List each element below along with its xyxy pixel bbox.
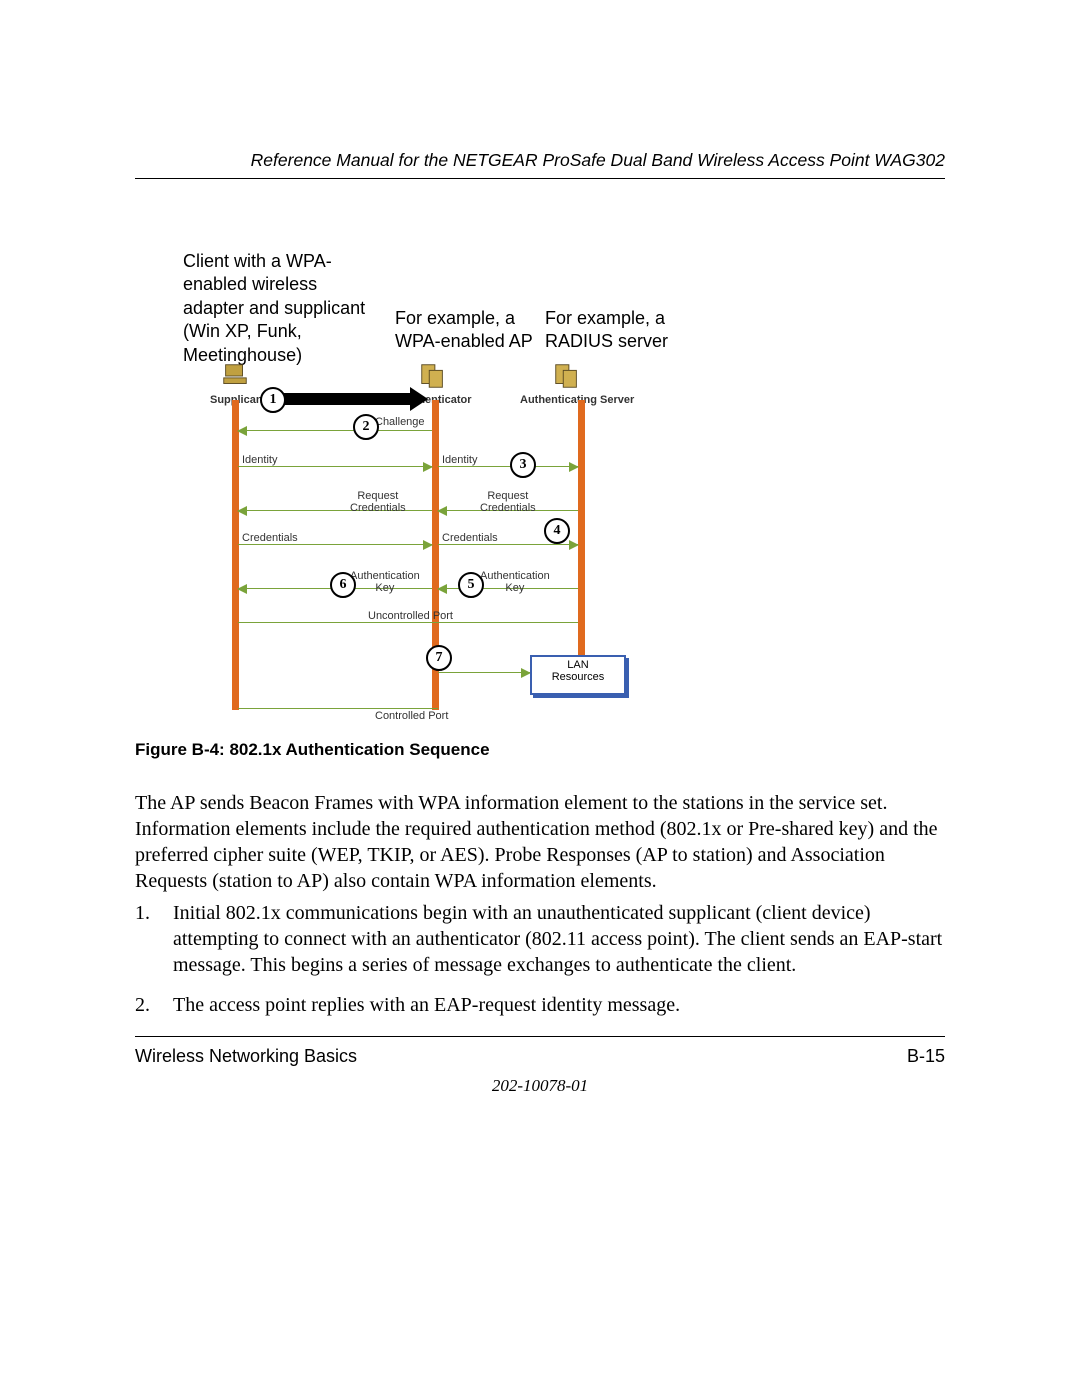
page-header: Reference Manual for the NETGEAR ProSafe… bbox=[135, 150, 945, 177]
msg-challenge bbox=[238, 430, 432, 432]
lifeline-server bbox=[578, 400, 585, 660]
footer-page-number: B-15 bbox=[907, 1046, 945, 1067]
document-page: Reference Manual for the NETGEAR ProSafe… bbox=[0, 0, 1080, 1397]
label-request-right: RequestCredentials bbox=[480, 490, 536, 514]
label-controlled-port: Controlled Port bbox=[375, 710, 448, 722]
step-6: 6 bbox=[330, 572, 356, 598]
list-text: Initial 802.1x communications begin with… bbox=[173, 900, 945, 978]
footer-doc-number: 202-10078-01 bbox=[0, 1076, 1080, 1096]
list-number: 1. bbox=[135, 900, 173, 978]
msg-credentials-left bbox=[238, 544, 432, 546]
lan-resources-box: LANResources bbox=[530, 655, 626, 695]
label-authkey-left: AuthenticationKey bbox=[350, 570, 420, 594]
label-identity-right: Identity bbox=[442, 454, 477, 466]
list-item: 2. The access point replies with an EAP-… bbox=[135, 992, 945, 1018]
footer-section-title: Wireless Networking Basics bbox=[135, 1046, 357, 1067]
footer-rule bbox=[135, 1036, 945, 1037]
msg-identity-left bbox=[238, 466, 432, 468]
step-5: 5 bbox=[458, 572, 484, 598]
label-request-left: RequestCredentials bbox=[350, 490, 406, 514]
list-text: The access point replies with an EAP-req… bbox=[173, 992, 680, 1018]
desc-authenticator: For example, a WPA-enabled AP bbox=[395, 307, 555, 354]
controlled-port-line bbox=[238, 708, 438, 710]
label-challenge: Challenge bbox=[375, 416, 425, 428]
list-item: 1. Initial 802.1x communications begin w… bbox=[135, 900, 945, 978]
label-identity-left: Identity bbox=[242, 454, 277, 466]
body-paragraph: The AP sends Beacon Frames with WPA info… bbox=[135, 790, 945, 894]
controlled-port-arrow bbox=[438, 672, 530, 674]
server-icon bbox=[552, 360, 582, 392]
label-authkey-right: AuthenticationKey bbox=[480, 570, 550, 594]
uncontrolled-port-line bbox=[238, 622, 578, 624]
step-3: 3 bbox=[510, 452, 536, 478]
msg-credentials-right bbox=[438, 544, 578, 546]
label-uncontrolled-port: Uncontrolled Port bbox=[368, 610, 453, 622]
client-icon bbox=[220, 360, 250, 392]
step-7: 7 bbox=[426, 645, 452, 671]
msg-identity-right bbox=[438, 466, 578, 468]
figure-caption: Figure B-4: 802.1x Authentication Sequen… bbox=[135, 740, 490, 760]
header-rule bbox=[135, 178, 945, 179]
numbered-list: 1. Initial 802.1x communications begin w… bbox=[135, 900, 945, 1032]
desc-supplicant: Client with a WPA-enabled wireless adapt… bbox=[183, 250, 383, 367]
step-1: 1 bbox=[260, 387, 286, 413]
big-arrow-icon bbox=[270, 393, 410, 405]
sequence-diagram: Supplicant Authenticator Authenticating … bbox=[180, 360, 680, 740]
label-credentials-right: Credentials bbox=[442, 532, 498, 544]
step-4: 4 bbox=[544, 518, 570, 544]
desc-server: For example, a RADIUS server bbox=[545, 307, 705, 354]
lifeline-supplicant bbox=[232, 400, 239, 710]
label-credentials-left: Credentials bbox=[242, 532, 298, 544]
step-2: 2 bbox=[353, 414, 379, 440]
list-number: 2. bbox=[135, 992, 173, 1018]
